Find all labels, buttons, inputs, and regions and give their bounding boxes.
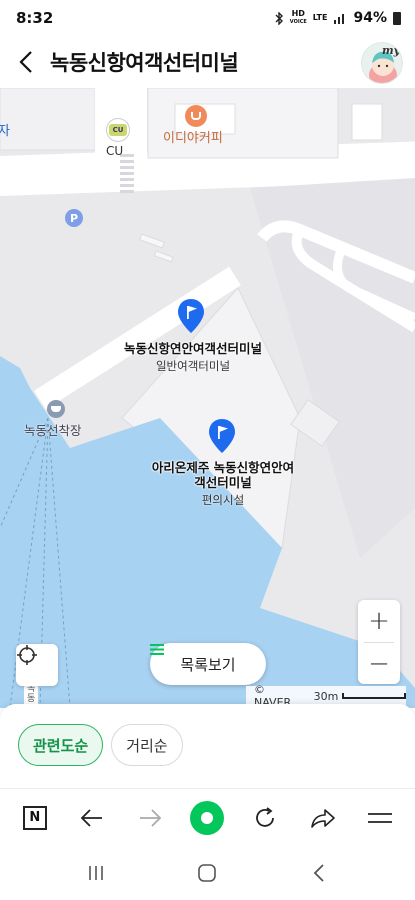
refresh-button[interactable] (240, 793, 290, 843)
cu-store-icon[interactable]: CU (106, 118, 130, 142)
map-scale: 30m (313, 689, 339, 703)
system-back-button[interactable] (299, 853, 339, 893)
battery-icon (393, 11, 401, 25)
menu-button[interactable] (355, 793, 405, 843)
avatar-text: my (381, 44, 400, 57)
arrow-right-icon (139, 808, 162, 827)
poi-name: 아리온제주 녹동신항연안여객선터미널 (151, 460, 295, 490)
map-credit: © NAVER 30m (246, 683, 406, 708)
hd-voice-badge: HD VOICE (289, 9, 307, 26)
cafe-icon[interactable] (185, 105, 207, 127)
zoom-out-button[interactable]: − (358, 643, 400, 685)
list-view-label: 목록보기 (180, 655, 236, 674)
current-location-button[interactable] (16, 644, 58, 686)
status-icons: HD VOICE LTE 94% (274, 10, 401, 26)
zoom-in-button[interactable]: + (358, 600, 400, 642)
status-time: 8:32 (16, 9, 54, 27)
zoom-controls: + − (358, 600, 400, 684)
back-nav-button[interactable] (67, 793, 117, 843)
menu-icon (368, 812, 393, 823)
map-label-road: 녹 동 (27, 684, 36, 704)
system-navigation-bar (0, 846, 415, 900)
map-label-cu[interactable]: CU (106, 144, 123, 158)
naver-logo-icon: N (22, 805, 47, 830)
naver-home-button[interactable]: N (10, 793, 60, 843)
back-button[interactable] (12, 42, 40, 82)
bluetooth-icon (275, 11, 283, 25)
poi-card-2[interactable]: 아리온제주 녹동신항연안여객선터미널 편의시설 (148, 460, 298, 508)
status-bar: 8:32 HD VOICE LTE 94% (0, 0, 415, 36)
signal-icon (334, 14, 345, 24)
refresh-icon (256, 806, 274, 827)
map-pin-icon[interactable] (207, 418, 237, 454)
parking-icon[interactable]: P (65, 209, 83, 227)
map-canvas (0, 88, 415, 708)
map-label-pier[interactable]: 녹동선착장 (24, 420, 82, 439)
sort-relevance-chip[interactable]: 관련도순 (18, 724, 104, 766)
share-icon (310, 808, 335, 828)
home-button[interactable] (187, 853, 227, 893)
green-dot-button[interactable] (182, 793, 232, 843)
avatar[interactable]: my (361, 42, 403, 84)
sort-distance-chip[interactable]: 거리순 (111, 724, 183, 766)
scale-bar (342, 693, 406, 699)
map-label-cafe[interactable]: 이디야커피 (163, 127, 223, 146)
sort-options: 관련도순 거리순 (0, 704, 415, 788)
poi-category: 일반여객터미널 (155, 359, 231, 373)
cu-logo-icon: CU (109, 124, 127, 136)
green-dot-icon (190, 800, 225, 835)
app-header: 녹동신항여객선터미널 my (0, 36, 415, 88)
map-label-cut: 자 (0, 124, 10, 139)
map-view[interactable]: 자 CU CU 이디야커피 P 녹동선착장 녹 동 녹동신항연안여객선터미널 일… (0, 88, 415, 708)
page-title: 녹동신항여객선터미널 (50, 51, 239, 75)
forward-nav-button[interactable] (125, 793, 175, 843)
share-button[interactable] (298, 793, 348, 843)
recent-apps-icon (89, 866, 103, 880)
arrow-left-icon (81, 808, 103, 827)
poi-card-1[interactable]: 녹동신항연안여객선터미널 일반여객터미널 (118, 341, 268, 374)
back-arrow-icon (19, 51, 32, 73)
browser-toolbar: N (0, 788, 415, 846)
recent-apps-button[interactable] (76, 853, 116, 893)
poi-category: 편의시설 (201, 493, 245, 507)
list-icon (150, 644, 164, 655)
ferry-icon[interactable] (47, 400, 65, 418)
crosshair-icon (17, 645, 37, 665)
map-pin-icon[interactable] (176, 298, 206, 334)
list-view-button[interactable]: 목록보기 (150, 643, 266, 685)
poi-name: 녹동신항연안여객선터미널 (123, 341, 262, 356)
battery-percent: 94% (353, 10, 387, 26)
home-icon (198, 864, 217, 882)
chevron-left-icon (313, 864, 324, 882)
lte-badge: LTE (312, 13, 328, 22)
